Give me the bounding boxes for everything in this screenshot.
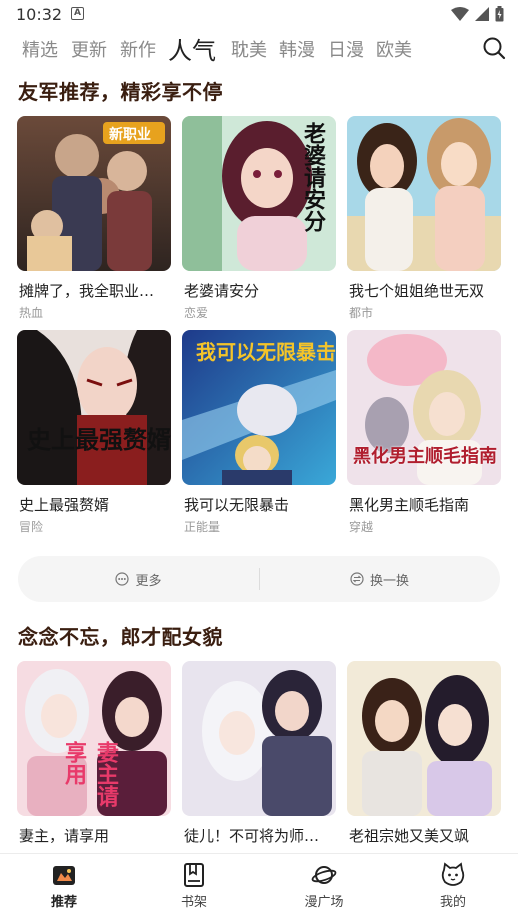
section-title-recommend: 友军推荐，精彩享不停 — [18, 76, 223, 105]
tab-korean[interactable]: 韩漫 — [279, 36, 315, 62]
battery-icon — [495, 6, 504, 22]
more-label: 更多 — [135, 573, 162, 589]
comic-title[interactable]: 妻主，请享用 — [17, 825, 167, 846]
comic-cover[interactable]: 我可以无限暴击 — [182, 330, 336, 485]
section-title-romance: 念念不忘，郎才配女貌 — [18, 621, 223, 650]
tab-western[interactable]: 欧美 — [376, 36, 412, 62]
comic-genre: 热血 — [19, 306, 44, 320]
comic-card[interactable]: 史上最强赘婿 史上最强赘婿 冒险 — [17, 330, 171, 535]
comic-title[interactable]: 史上最强赘婿 — [17, 494, 167, 515]
planet-icon — [311, 866, 337, 884]
cover-text: 我可以无限暴击 — [196, 340, 336, 364]
comic-cover[interactable]: 新职业 — [17, 116, 171, 271]
tab-featured[interactable]: 精选 — [22, 36, 58, 62]
tab-updates[interactable]: 更新 — [71, 36, 107, 62]
comic-title[interactable]: 徒儿！不可将为师… — [182, 825, 332, 846]
comic-cover[interactable]: 妻主请享用 — [17, 661, 171, 816]
nav-label: 漫广场 — [304, 895, 344, 910]
comic-cover[interactable]: 老婆请安分 — [182, 116, 336, 271]
more-button[interactable]: 更多 — [18, 556, 259, 602]
section-title-text: 友军推荐，精彩享不停 — [18, 80, 223, 104]
comic-card[interactable]: 黑化男主顺毛指南 黑化男主顺毛指南 穿越 — [347, 330, 501, 535]
cover-text: 黑化男主顺毛指南 — [353, 446, 497, 467]
tab-japanese[interactable]: 日漫 — [328, 36, 364, 62]
bottom-nav: 推荐 书架 漫广场 我的 — [0, 853, 518, 922]
status-bar: 10:32 A — [0, 0, 518, 30]
nav-label: 书架 — [180, 895, 207, 910]
tab-popular[interactable]: 人气 — [168, 31, 216, 66]
comic-card[interactable]: 妻主请享用 妻主，请享用 — [17, 661, 171, 846]
refresh-label: 换一换 — [369, 573, 409, 589]
comic-genre: 冒险 — [19, 520, 44, 534]
comic-cover[interactable]: 史上最强赘婿 — [17, 330, 171, 485]
cover-text: 老婆请安分 — [300, 122, 325, 232]
nav-bookshelf[interactable]: 书架 — [154, 862, 234, 910]
comic-card[interactable]: 我可以无限暴击 我可以无限暴击 正能量 — [182, 330, 336, 535]
search-icon[interactable] — [482, 36, 506, 60]
system-icons — [451, 6, 504, 22]
cat-face-icon — [441, 862, 465, 886]
comic-genre: 都市 — [349, 306, 374, 320]
comic-title[interactable]: 黑化男主顺毛指南 — [347, 494, 497, 515]
section-title-text: 念念不忘，郎才配女貌 — [18, 625, 223, 649]
recommend-icon — [53, 866, 75, 885]
wifi-icon — [451, 7, 469, 21]
comic-cover[interactable] — [182, 661, 336, 816]
status-time: 10:32 — [16, 5, 63, 24]
comic-cover[interactable]: 黑化男主顺毛指南 — [347, 330, 501, 485]
more-icon — [115, 572, 130, 586]
comic-card[interactable]: 老婆请安分 老婆请安分 恋爱 — [182, 116, 336, 321]
comic-title[interactable]: 老祖宗她又美又飒 — [347, 825, 497, 846]
nav-recommend[interactable]: 推荐 — [24, 862, 104, 910]
comic-title[interactable]: 老婆请安分 — [182, 280, 332, 301]
comic-card[interactable]: 徒儿！不可将为师… — [182, 661, 336, 846]
nav-plaza[interactable]: 漫广场 — [284, 862, 364, 910]
comic-title[interactable]: 我七个姐姐绝世无双 — [347, 280, 497, 301]
comic-title[interactable]: 摊牌了，我全职业… — [17, 280, 167, 301]
tab-bl[interactable]: 耽美 — [231, 36, 267, 62]
notification-icon: A — [71, 7, 84, 20]
signal-icon — [475, 7, 489, 21]
nav-label: 推荐 — [50, 895, 77, 910]
tab-new[interactable]: 新作 — [120, 36, 156, 62]
comic-card[interactable]: 老祖宗她又美又飒 — [347, 661, 501, 846]
comic-cover[interactable] — [347, 661, 501, 816]
comic-card[interactable]: 新职业 摊牌了，我全职业… 热血 — [17, 116, 171, 321]
swap-icon — [350, 572, 364, 586]
comic-title[interactable]: 我可以无限暴击 — [182, 494, 332, 515]
category-tabs: 精选 更新 新作 人气 耽美 韩漫 日漫 欧美 — [0, 32, 518, 66]
cover-text: 新职业 — [109, 127, 151, 143]
comic-genre: 穿越 — [349, 520, 374, 534]
comic-cover[interactable] — [347, 116, 501, 271]
nav-profile[interactable]: 我的 — [413, 862, 493, 910]
nav-label: 我的 — [439, 895, 466, 910]
comic-genre: 恋爱 — [184, 306, 209, 320]
bookshelf-icon — [184, 863, 204, 887]
comic-genre: 正能量 — [184, 520, 221, 534]
comic-card[interactable]: 我七个姐姐绝世无双 都市 — [347, 116, 501, 321]
cover-text: 史上最强赘婿 — [27, 426, 171, 454]
cover-text: 妻主请享用 — [61, 741, 118, 807]
section-actions: 更多 换一换 — [18, 556, 500, 602]
refresh-button[interactable]: 换一换 — [259, 556, 500, 602]
